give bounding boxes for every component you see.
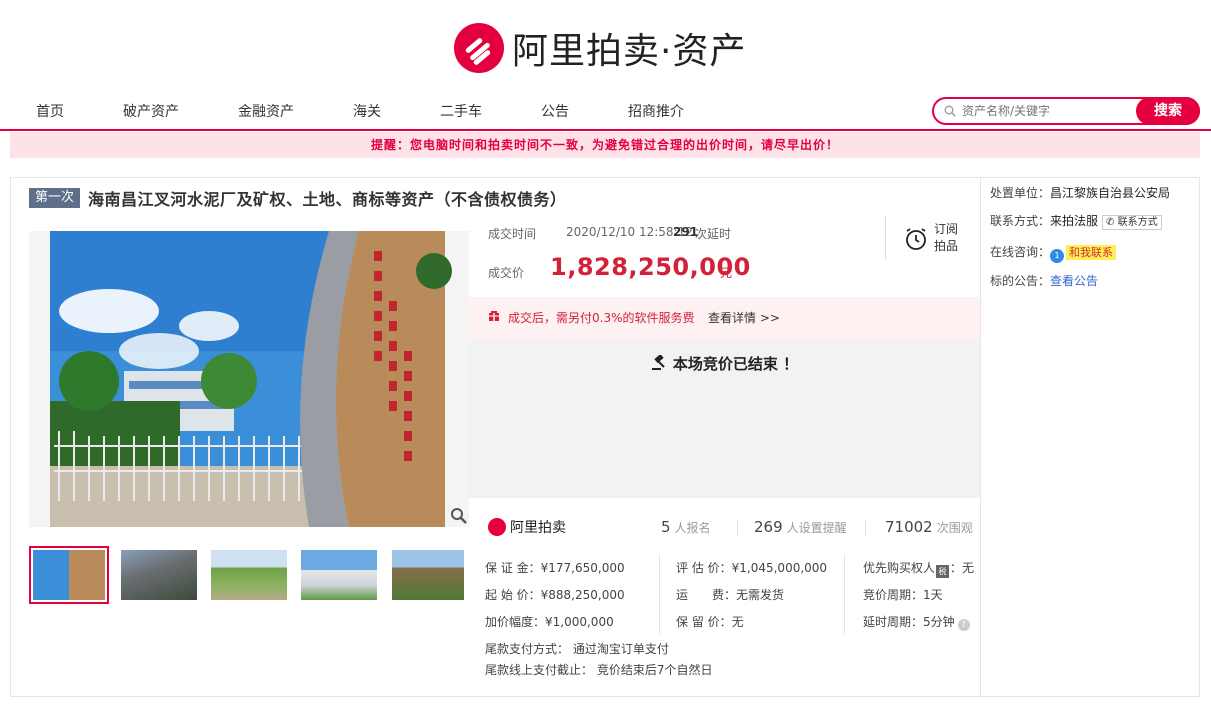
start-price: 起 始 价：¥888,250,000 [485, 588, 625, 602]
auction-ended-text: 本场竞价已结束 ！ [672, 355, 799, 373]
auction-stats: 阿里拍卖 5 人报名 269 人设置提醒 71002 次围观 [469, 510, 980, 544]
service-fee-text: 成交后，需另付0.3%的软件服务费 [508, 311, 695, 325]
nav-item-customs[interactable]: 海关 [353, 101, 381, 121]
chat-icon: 1 [1050, 249, 1065, 263]
auction-ended-panel: 本场竞价已结束 ！ [469, 340, 980, 498]
nav-item-bankruptcy[interactable]: 破产资产 [123, 101, 179, 121]
thumbnail-4[interactable] [301, 550, 377, 600]
divider [865, 520, 866, 536]
deal-time-label: 成交时间 [488, 227, 537, 241]
time-warning-banner: 提醒：您电脑时间和拍卖时间不一致，为避免错过合理的出价时间，请尽早出价！ [10, 132, 1200, 158]
search-input[interactable] [962, 102, 1132, 120]
search-button[interactable]: 搜索 [1136, 97, 1200, 125]
tax-badge-icon: 税 [936, 565, 950, 578]
divider [844, 554, 845, 634]
search-box: 搜索 [932, 97, 1200, 125]
thumbnail-5[interactable] [392, 550, 464, 600]
ali-auction-mini-icon [488, 518, 506, 536]
view-count: 71002 次围观 [885, 518, 973, 536]
ali-auction-logo-icon [454, 23, 504, 73]
service-fee-notice: 成交后，需另付0.3%的软件服务费 查看详情 >> [469, 297, 980, 340]
divider [659, 554, 660, 634]
nav-item-used-car[interactable]: 二手车 [440, 101, 482, 121]
deposit: 保 证 金：¥177,650,000 [485, 561, 625, 575]
gavel-icon [651, 355, 665, 370]
mini-brand: 阿里拍卖 [488, 517, 566, 537]
disposal-unit: 处置单位：昌江黎族自治县公安局 [990, 186, 1171, 200]
alarm-clock-icon [906, 228, 926, 250]
view-notice-link[interactable]: 查看公告 [1050, 274, 1098, 288]
phone-icon: ✆ [1106, 217, 1118, 228]
nav-item-financial[interactable]: 金融资产 [238, 101, 294, 121]
auction-terms: 保 证 金：¥177,650,000 起 始 价：¥888,250,000 加价… [469, 552, 980, 642]
balance-payment-method: 尾款支付方式： 通过淘宝订单支付 [485, 642, 669, 656]
delay-cycle: 延时周期：5分钟? [863, 613, 970, 631]
nav-item-notices[interactable]: 公告 [541, 101, 569, 121]
factory-gate-photo [29, 231, 469, 527]
contact-me-button[interactable]: 和我联系 [1066, 245, 1117, 260]
lot-title-row: 第一次 海南昌江叉河水泥厂及矿权、土地、商标等资产（不含债权债务） [29, 186, 567, 210]
zoom-icon[interactable] [450, 507, 468, 525]
priority-buyer: 优先购买权人税：无 [863, 561, 975, 578]
gift-icon [489, 311, 499, 321]
fee-details-link[interactable]: 查看详情 >> [708, 309, 780, 326]
thumbnail-2[interactable] [121, 550, 197, 600]
appraisal-price: 评 估 价：¥1,045,000,000 [676, 561, 828, 575]
deal-price-label: 成交价 [488, 266, 525, 280]
site-logo[interactable]: 阿里拍卖·资产 [454, 22, 746, 74]
reminder-count: 269 人设置提醒 [754, 518, 847, 536]
signup-count: 5 人报名 [661, 518, 711, 536]
auction-ended-message: 本场竞价已结束 ！ [469, 353, 980, 374]
round-badge: 第一次 [29, 188, 81, 208]
search-icon [944, 105, 956, 117]
subscribe-button[interactable]: 订阅拍品 [885, 215, 980, 260]
help-icon[interactable]: ? [957, 619, 970, 631]
thumbnail-1[interactable] [29, 546, 109, 604]
lot-title: 海南昌江叉河水泥厂及矿权、土地、商标等资产（不含债权债务） [88, 190, 567, 209]
deal-price-unit: 元 [720, 266, 733, 280]
balance-payment-deadline: 尾款线上支付截止： 竞价结束后7个自然日 [485, 663, 713, 677]
lot-main-image[interactable] [29, 231, 469, 527]
shipping-fee: 运 费：无需发货 [676, 588, 785, 602]
lot-notice: 标的公告：查看公告 [990, 274, 1099, 288]
divider [737, 520, 738, 536]
site-title: 阿里拍卖·资产 [512, 31, 747, 72]
online-consult: 在线咨询： 1 和我联系 [990, 243, 1117, 263]
bid-increment: 加价幅度：¥1,000,000 [485, 615, 614, 629]
nav-item-home[interactable]: 首页 [36, 101, 64, 121]
contact-method: 联系方式：来拍法服 ✆ 联系方式 [990, 212, 1162, 230]
reserve-price: 保 留 价：无 [676, 615, 744, 629]
mini-brand-name: 阿里拍卖 [510, 520, 566, 536]
subscribe-label: 订阅拍品 [934, 222, 959, 253]
thumbnail-3[interactable] [211, 550, 287, 600]
nav-item-investment[interactable]: 招商推介 [628, 101, 684, 121]
bid-cycle: 竞价周期：1天 [863, 588, 943, 602]
contact-method-button[interactable]: ✆ 联系方式 [1102, 215, 1162, 230]
disposal-unit-name: 昌江黎族自治县公安局 [1050, 186, 1171, 200]
delay-label: 次延时 [695, 227, 732, 241]
